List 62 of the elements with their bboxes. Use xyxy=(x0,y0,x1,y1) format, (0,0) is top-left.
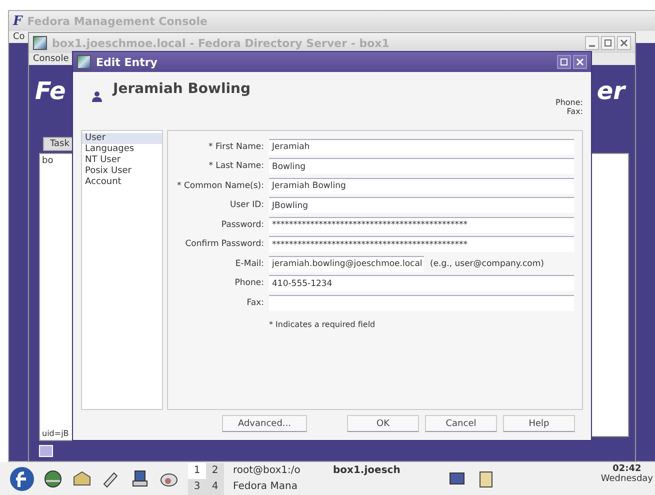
input-field[interactable]: ********************************************** xyxy=(269,236,574,252)
input-field[interactable]: Jeramiah xyxy=(269,138,574,155)
minimize-button[interactable] xyxy=(585,36,599,50)
menu-item[interactable]: Co xyxy=(13,32,25,42)
dialog-button[interactable]: Advanced... xyxy=(222,415,307,432)
window-title: Edit Entry xyxy=(96,56,158,68)
workspace-button[interactable]: 2 xyxy=(206,462,224,478)
field-label: E-Mail: xyxy=(234,258,265,269)
maximize-button[interactable] xyxy=(601,36,615,50)
app-icon xyxy=(77,55,91,69)
input-field[interactable]: ********************************************** xyxy=(269,216,574,233)
banner-text: er xyxy=(596,77,625,105)
dialog-button[interactable]: Help xyxy=(503,415,575,432)
dialog-button[interactable]: OK xyxy=(347,415,419,432)
workspace-button[interactable]: 4 xyxy=(206,478,224,494)
input-field[interactable]: 410-555-1234 xyxy=(269,275,574,292)
section-item[interactable]: Languages xyxy=(82,144,162,155)
status-icon xyxy=(39,445,53,457)
input-field[interactable]: jeramiah.bowling@joeschmoe.local xyxy=(269,256,424,272)
input-field[interactable]: Jeramiah Bowling xyxy=(269,178,574,194)
app-logo: F xyxy=(13,14,22,28)
field-label: * Common Name(s): xyxy=(176,180,265,191)
clock-day: Wednesday xyxy=(600,474,653,484)
close-button[interactable] xyxy=(617,36,631,50)
section-item[interactable]: User xyxy=(82,133,162,144)
section-item[interactable]: NT User xyxy=(82,155,162,166)
fax-label: Fax: xyxy=(566,107,583,116)
status-text: uid=jB xyxy=(42,429,69,438)
task-button[interactable]: root@box1:/o xyxy=(233,462,333,478)
required-note: * Indicates a required field xyxy=(268,320,376,328)
task-button[interactable]: Fedora Mana xyxy=(233,478,333,494)
field-label: * Last Name: xyxy=(208,161,265,172)
field-label: * First Name: xyxy=(208,142,265,152)
input-field[interactable]: Bowling xyxy=(269,158,574,174)
section-item[interactable]: Account xyxy=(82,177,162,188)
phone-label: Phone: xyxy=(556,98,583,107)
fedora-logo-icon[interactable] xyxy=(10,466,34,490)
app-icon xyxy=(33,36,47,50)
workspace-button[interactable]: 3 xyxy=(188,478,206,494)
dialog-button[interactable]: Cancel xyxy=(425,415,497,432)
globe-icon[interactable] xyxy=(43,468,63,488)
field-hint: (e.g., user@company.com) xyxy=(430,258,544,269)
banner-text: Fe xyxy=(35,77,66,105)
field-label: User ID: xyxy=(229,200,265,210)
workspace-button[interactable]: 1 xyxy=(188,462,206,478)
maximize-button[interactable] xyxy=(557,55,571,69)
input-field[interactable] xyxy=(269,294,574,311)
entry-name: Jeramiah Bowling xyxy=(113,81,251,97)
person-icon xyxy=(91,90,103,102)
field-label: Phone: xyxy=(234,278,265,288)
field-label: Confirm Password: xyxy=(184,239,265,250)
field-label: Password: xyxy=(220,220,265,230)
section-item[interactable]: Posix User xyxy=(82,166,162,177)
window-title: box1.joeschmoe.local - Fedora Directory Server - box1 xyxy=(52,36,390,50)
input-field[interactable]: JBowling xyxy=(269,197,574,214)
menu-item[interactable]: Console xyxy=(33,54,69,64)
window-title: Fedora Management Console xyxy=(27,14,208,28)
close-button[interactable] xyxy=(573,55,587,69)
clock-time: 02:42 xyxy=(612,464,642,474)
tree-item[interactable]: bo xyxy=(42,156,54,166)
task-button[interactable]: box1.joesch xyxy=(333,462,433,478)
field-label: Fax: xyxy=(246,298,265,308)
